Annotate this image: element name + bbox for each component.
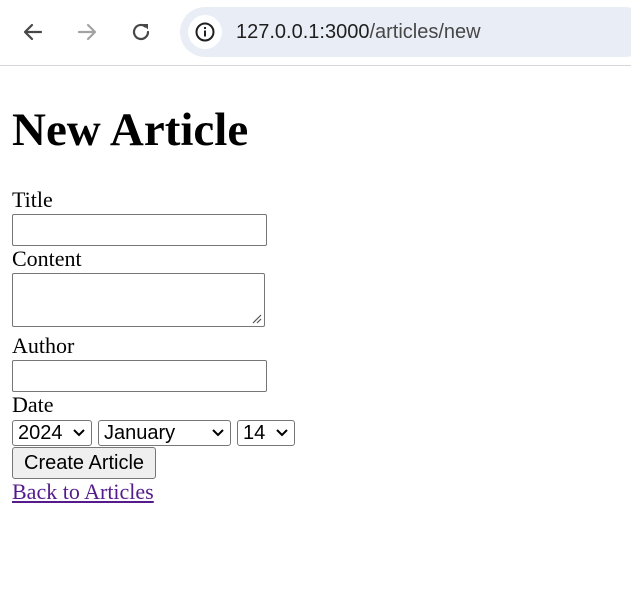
url-text[interactable]: 127.0.0.1:3000/articles/new (236, 21, 481, 43)
day-select-value: 14 (243, 422, 266, 444)
site-info-button[interactable] (188, 15, 222, 49)
date-label: Date (12, 392, 54, 417)
page-title: New Article (12, 104, 249, 156)
url-host: 127.0.0.1:3000 (236, 21, 370, 43)
year-select-value: 2024 (18, 422, 63, 444)
address-bar[interactable]: 127.0.0.1:3000/articles/new (180, 7, 631, 57)
month-select[interactable]: January (98, 420, 231, 446)
chevron-down-icon (212, 429, 224, 437)
back-to-articles-link[interactable]: Back to Articles (12, 480, 154, 504)
chevron-down-icon (73, 429, 85, 437)
reload-button[interactable] (122, 13, 160, 51)
forward-button[interactable] (68, 13, 106, 51)
reload-icon (132, 23, 150, 41)
resize-grip-icon[interactable] (250, 312, 262, 324)
back-button[interactable] (14, 13, 52, 51)
arrow-right-icon (77, 23, 97, 41)
content-textarea[interactable] (12, 273, 265, 327)
year-select[interactable]: 2024 (12, 420, 92, 446)
content-label: Content (12, 246, 82, 271)
day-select[interactable]: 14 (237, 420, 295, 446)
arrow-left-icon (23, 23, 43, 41)
info-icon (195, 22, 215, 42)
month-select-value: January (104, 422, 176, 444)
title-label: Title (12, 187, 53, 212)
author-input[interactable] (12, 360, 267, 392)
url-path: /articles/new (369, 21, 481, 43)
browser-toolbar: 127.0.0.1:3000/articles/new (0, 0, 631, 66)
chevron-down-icon (276, 429, 288, 437)
create-article-button[interactable]: Create Article (12, 447, 157, 479)
title-input[interactable] (12, 214, 267, 246)
author-label: Author (12, 333, 75, 358)
